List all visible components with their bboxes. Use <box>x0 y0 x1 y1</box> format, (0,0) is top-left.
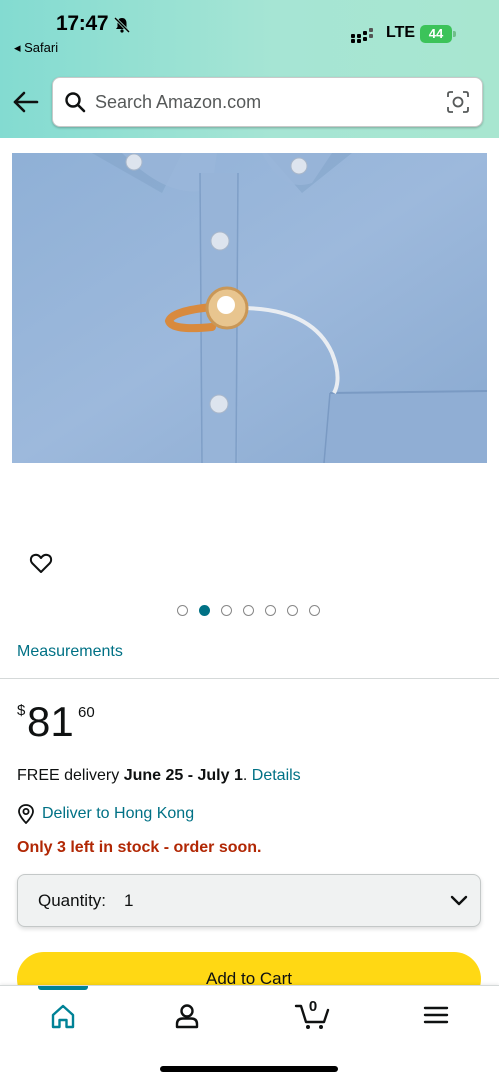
app-header: 17:47 ◂ Safari LTE 44 <box>0 0 499 138</box>
quantity-label: Quantity: <box>38 891 107 910</box>
home-indicator-bar[interactable] <box>160 1066 338 1072</box>
measurements-link[interactable]: Measurements <box>17 643 123 661</box>
wishlist-heart-icon[interactable] <box>28 550 54 576</box>
network-type: LTE <box>386 24 416 41</box>
quantity-dropdown[interactable]: Quantity: 1 <box>17 874 481 927</box>
bottom-navigation: 0 <box>0 985 499 1080</box>
delivery-details-link[interactable]: Details <box>252 767 301 784</box>
stock-status: Only 3 left in stock - order soon. <box>17 839 262 856</box>
cellular-signal-icon <box>351 28 377 43</box>
cart-count-badge: 0 <box>308 998 318 1015</box>
account-icon[interactable] <box>167 1000 207 1032</box>
delivery-info: FREE delivery June 25 - July 1. Details <box>17 767 301 785</box>
camera-search-icon[interactable] <box>446 90 470 114</box>
delivery-prefix: FREE delivery <box>17 767 124 784</box>
battery-icon: 44 <box>420 25 456 43</box>
carousel-dot[interactable] <box>221 605 232 616</box>
carousel-dot[interactable] <box>265 605 276 616</box>
nav-active-indicator <box>38 986 88 990</box>
battery-level: 44 <box>420 25 452 43</box>
home-icon[interactable] <box>43 1000 83 1032</box>
section-divider <box>0 678 499 679</box>
cart-button[interactable]: 0 <box>293 998 333 1032</box>
price-whole: 81 <box>27 698 74 745</box>
deliver-to-label[interactable]: Deliver to Hong Kong <box>42 805 194 823</box>
carousel-dot-active[interactable] <box>199 605 210 616</box>
bell-muted-icon <box>113 16 131 34</box>
carousel-dot[interactable] <box>309 605 320 616</box>
delivery-separator: . <box>242 767 252 784</box>
search-icon <box>65 92 86 113</box>
carousel-dot[interactable] <box>177 605 188 616</box>
price-fraction: 60 <box>78 704 95 721</box>
product-image[interactable] <box>12 153 487 463</box>
search-input[interactable] <box>95 78 435 126</box>
delivery-dates: June 25 - July 1 <box>123 767 243 784</box>
back-to-safari-link[interactable]: ◂ Safari <box>14 40 58 56</box>
location-pin-icon <box>18 804 34 824</box>
search-bar[interactable] <box>52 77 483 127</box>
back-arrow-icon[interactable] <box>12 90 40 114</box>
quantity-value: 1 <box>124 891 134 910</box>
status-time: 17:47 <box>56 12 109 35</box>
price-currency-symbol: $ <box>17 702 26 719</box>
product-photo-shirt <box>12 153 487 463</box>
menu-hamburger-icon[interactable] <box>416 1000 456 1032</box>
carousel-dot[interactable] <box>287 605 298 616</box>
carousel-dot[interactable] <box>243 605 254 616</box>
chevron-down-icon <box>450 895 468 906</box>
